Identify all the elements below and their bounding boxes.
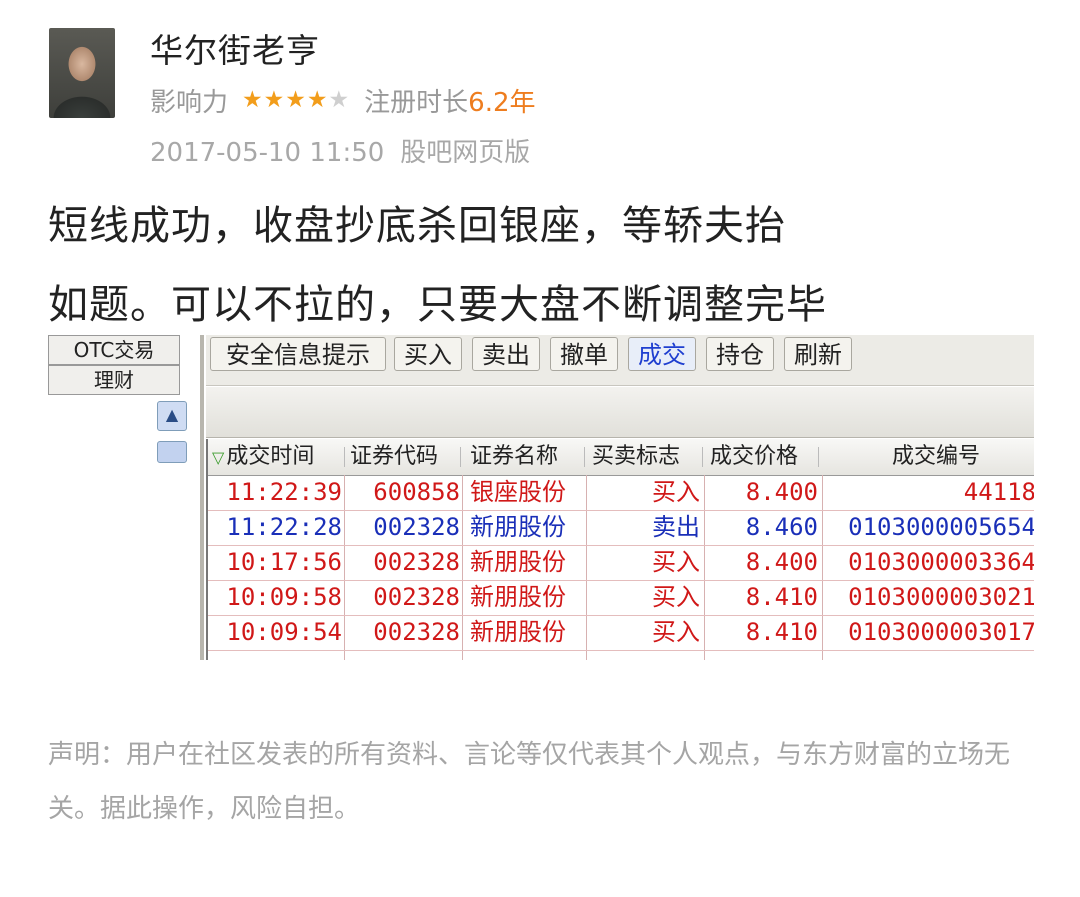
registration-label: 注册时长 xyxy=(364,87,469,118)
cell-id: 0103000005654 xyxy=(848,513,1034,541)
table-row: 10:09:54 002328 新朋股份 买入 8.410 0103000003017 xyxy=(208,615,1034,651)
table-row: 11:22:39 600858 银座股份 买入 8.400 44118 xyxy=(208,475,1034,511)
cell-side: 卖出 xyxy=(652,513,700,541)
deals-table: ▽成交时间 证券代码 证券名称 买卖标志 成交价格 成交编号 11:22:39 6… xyxy=(206,439,1034,660)
influence-stars: ★ ★ ★ ★ ★ xyxy=(242,86,350,113)
cell-price: 8.410 xyxy=(745,618,818,646)
influence-label: 影响力 xyxy=(150,87,229,118)
cell-time: 10:09:54 xyxy=(226,618,342,646)
scroll-thumb xyxy=(157,441,187,463)
disclaimer: 声明：用户在社区发表的所有资料、言论等仅代表其个人观点，与东方财富的立场无关。据… xyxy=(48,740,1011,824)
col-id: 成交编号 xyxy=(892,444,981,469)
toolbar-cancel: 撤单 xyxy=(550,337,618,371)
cell-code: 600858 xyxy=(373,478,460,506)
cell-id: 0103000003364 xyxy=(848,548,1034,576)
cell-side: 买入 xyxy=(652,618,700,646)
col-name: 证券名称 xyxy=(470,444,559,469)
col-side: 买卖标志 xyxy=(592,444,681,469)
panel-divider xyxy=(200,335,204,660)
cell-code: 002328 xyxy=(373,618,460,646)
star-icon: ★ xyxy=(285,86,306,113)
post-datetime: 2017-05-10 11:50 xyxy=(150,138,385,168)
toolbar-positions: 持仓 xyxy=(706,337,774,371)
cell-price: 8.400 xyxy=(745,548,818,576)
author-meta: 影响力 ★ ★ ★ ★ ★ 注册时长 6.2年 xyxy=(150,82,536,118)
scroll-up-icon: ▲ xyxy=(157,401,187,431)
star-icon: ★ xyxy=(328,86,350,113)
toolbar-safety-tips: 安全信息提示 xyxy=(210,337,386,371)
table-header: ▽成交时间 证券代码 证券名称 买卖标志 成交价格 成交编号 xyxy=(208,439,1034,476)
cell-time: 11:22:39 xyxy=(226,478,342,506)
sort-icon: ▽ xyxy=(212,448,225,467)
cell-name: 新朋股份 xyxy=(470,583,566,611)
cell-id: 44118 xyxy=(963,478,1034,506)
table-row: 10:17:56 002328 新朋股份 买入 8.400 0103000003364 xyxy=(208,545,1034,581)
star-icon: ★ xyxy=(306,86,328,113)
cell-price: 8.460 xyxy=(745,513,818,541)
cell-id: 0103000003021 xyxy=(848,583,1034,611)
post-body: 如题。可以不拉的，只要大盘不断调整完毕 xyxy=(48,282,827,328)
toolbar-deals: 成交 xyxy=(628,337,696,371)
cell-side: 买入 xyxy=(652,548,700,576)
cell-side: 买入 xyxy=(652,478,700,506)
toolbar-refresh: 刷新 xyxy=(784,337,852,371)
cell-side: 买入 xyxy=(652,583,700,611)
side-scrollbar: ▲ xyxy=(154,397,190,660)
cell-price: 8.400 xyxy=(745,478,818,506)
author-name[interactable]: 华尔街老亨 xyxy=(150,24,320,72)
col-code: 证券代码 xyxy=(350,444,439,469)
col-price: 成交价格 xyxy=(710,444,799,469)
author-avatar[interactable] xyxy=(49,28,115,118)
cell-code: 002328 xyxy=(373,548,460,576)
post-title: 短线成功，收盘抄底杀回银座，等轿夫抬 xyxy=(48,203,786,249)
cell-name: 新朋股份 xyxy=(470,513,566,541)
cell-time: 10:17:56 xyxy=(226,548,342,576)
table-row: 10:09:58 002328 新朋股份 买入 8.410 0103000003021 xyxy=(208,580,1034,616)
side-panel: OTC交易 理财 ▲ xyxy=(48,335,190,660)
trade-screenshot[interactable]: OTC交易 理财 ▲ 安全信息提示 买入 卖出 撤单 成交 持仓 刷新 ▽成交时… xyxy=(48,335,1034,660)
cell-name: 银座股份 xyxy=(470,478,566,506)
toolbar-sell: 卖出 xyxy=(472,337,540,371)
cell-price: 8.410 xyxy=(745,583,818,611)
cell-time: 10:09:58 xyxy=(226,583,342,611)
col-time: ▽成交时间 xyxy=(212,444,315,469)
table-row: 11:22:28 002328 新朋股份 卖出 8.460 0103000005654 xyxy=(208,510,1034,546)
post-meta: 2017-05-10 11:50 股吧网页版 xyxy=(150,132,530,169)
post-source: 股吧网页版 xyxy=(400,138,531,168)
cell-time: 11:22:28 xyxy=(226,513,342,541)
toolbar-strip xyxy=(206,387,1034,438)
side-button-finance: 理财 xyxy=(48,365,180,395)
star-icon: ★ xyxy=(263,86,285,113)
star-icon: ★ xyxy=(242,86,263,113)
toolbar: 安全信息提示 买入 卖出 撤单 成交 持仓 刷新 xyxy=(206,335,1034,386)
cell-code: 002328 xyxy=(373,583,460,611)
cell-id: 0103000003017 xyxy=(848,618,1034,646)
cell-code: 002328 xyxy=(373,513,460,541)
toolbar-buy: 买入 xyxy=(394,337,462,371)
cell-name: 新朋股份 xyxy=(470,618,566,646)
cell-name: 新朋股份 xyxy=(470,548,566,576)
registration-value: 6.2年 xyxy=(468,87,536,118)
side-button-otc: OTC交易 xyxy=(48,335,180,365)
